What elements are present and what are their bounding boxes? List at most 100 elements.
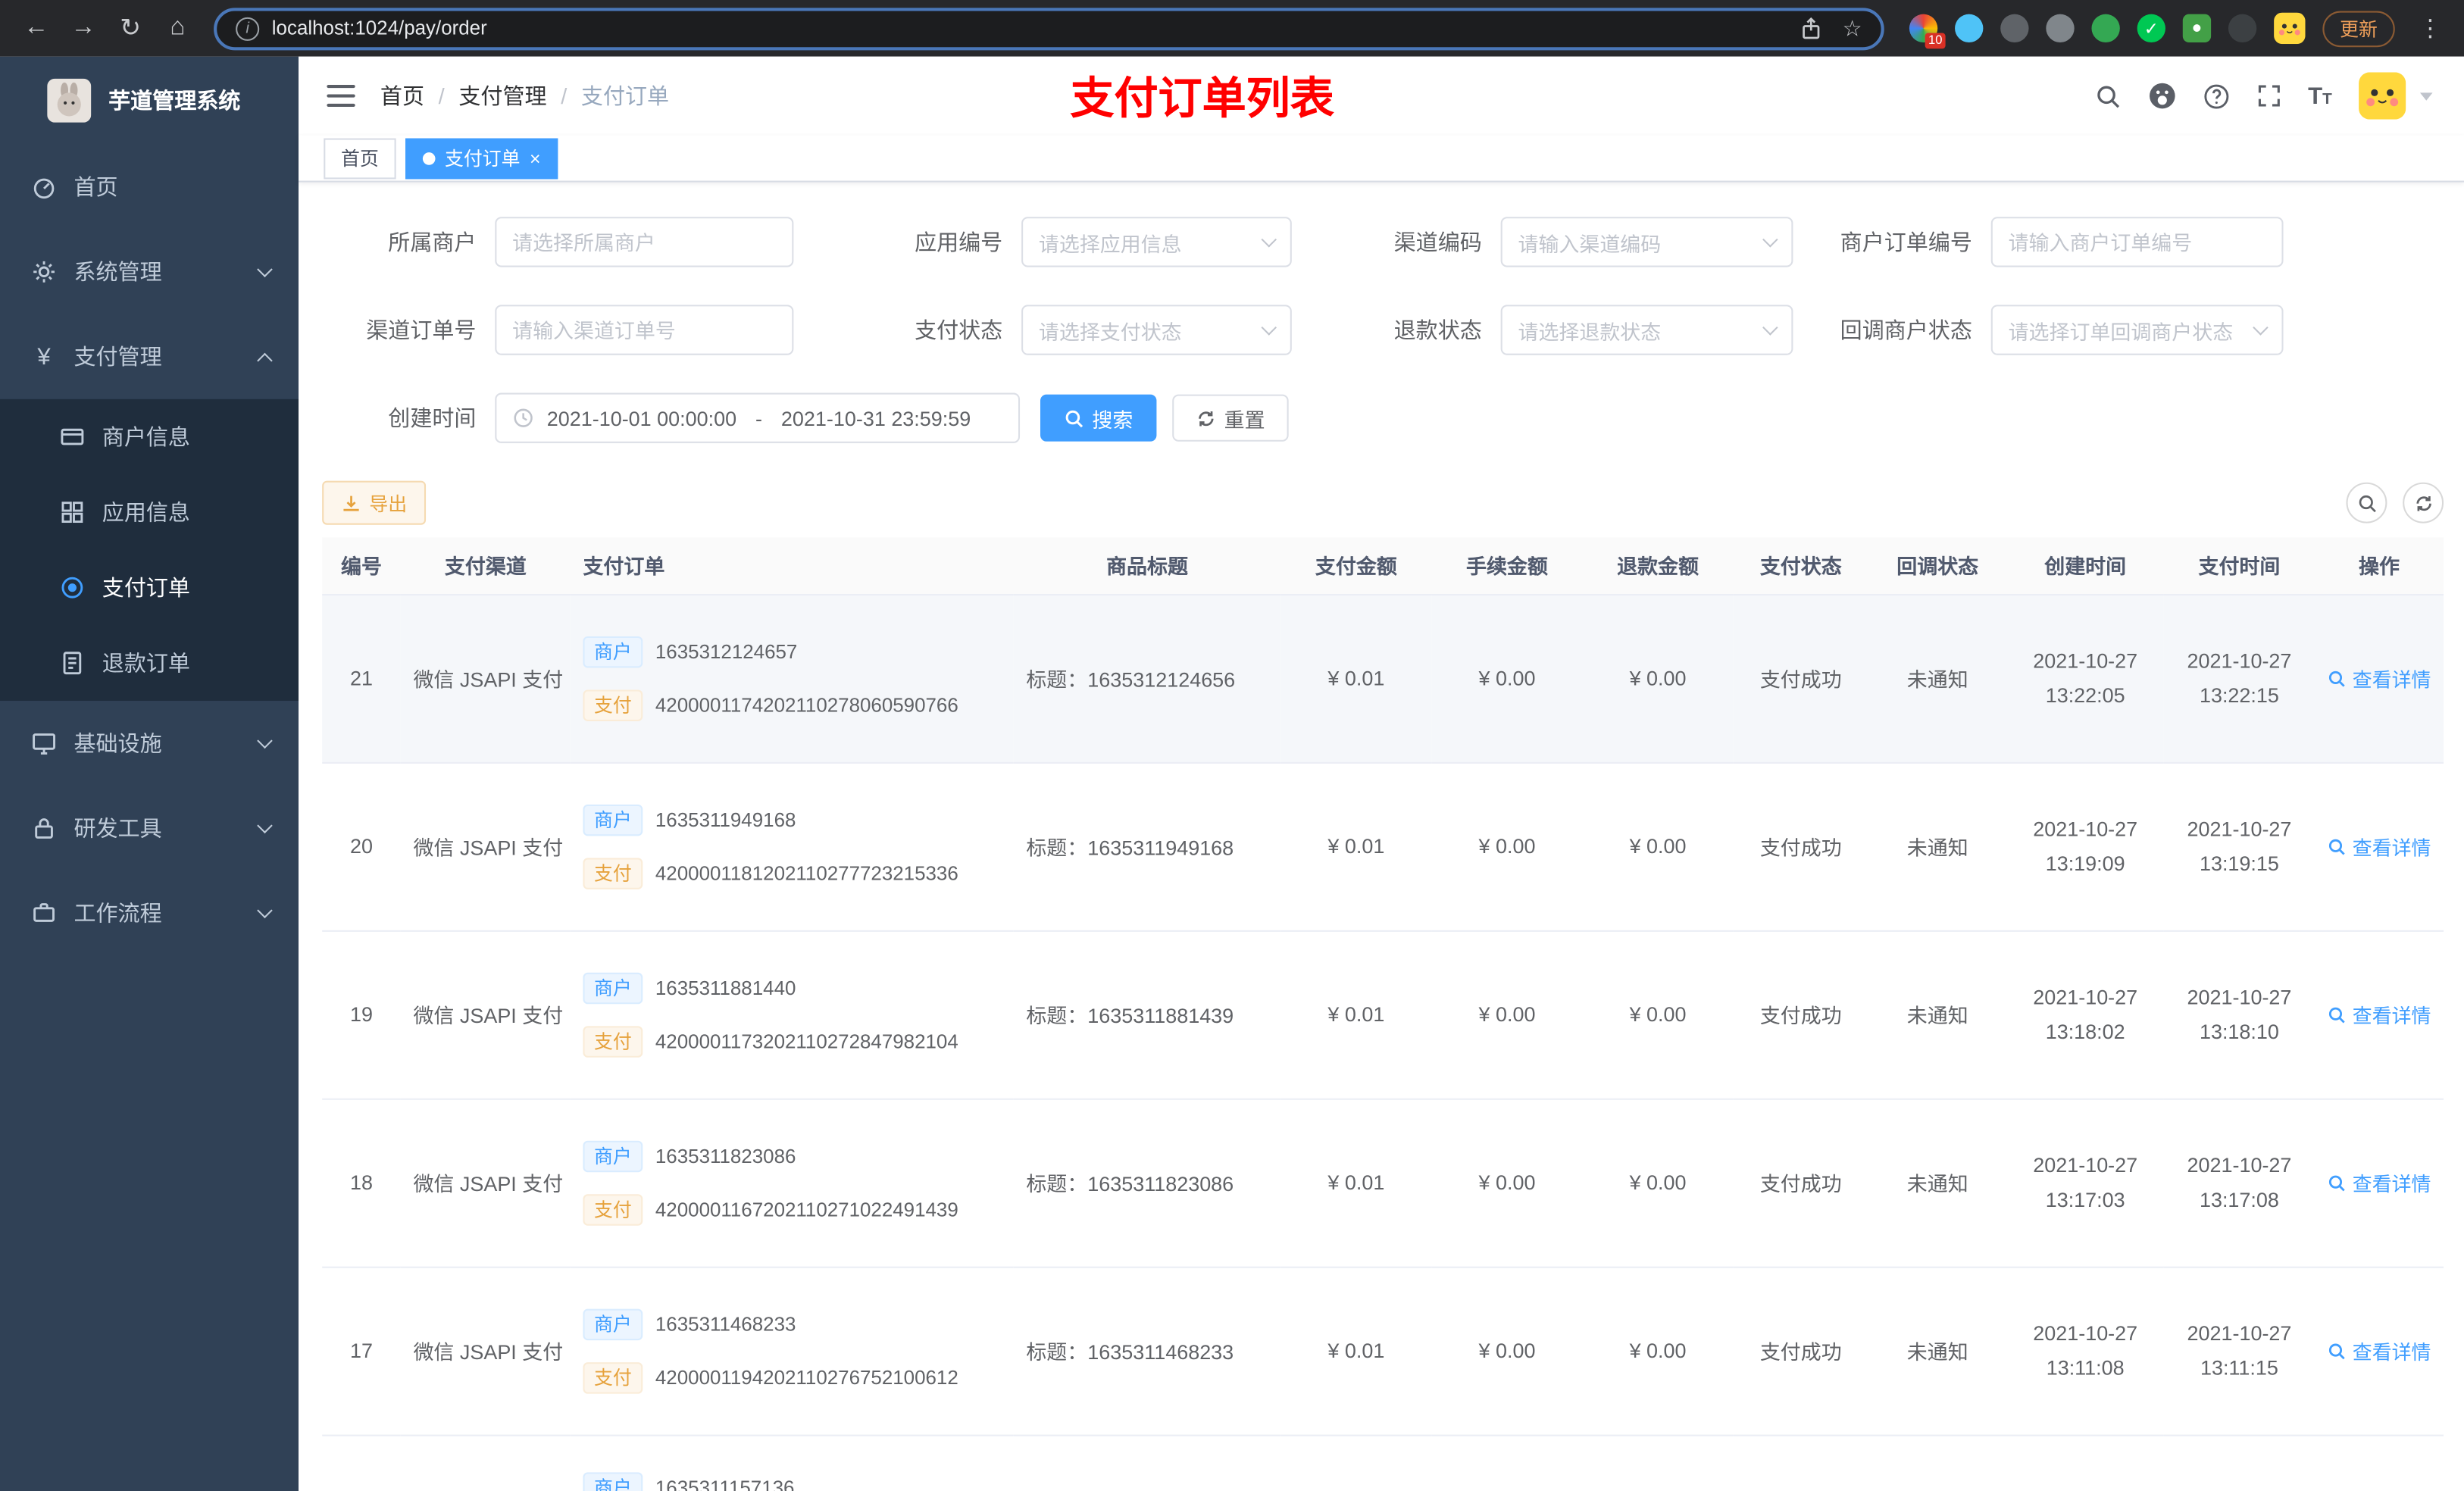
cell-channel: 微信 JSAPI 支付 xyxy=(400,761,571,931)
view-detail-link[interactable]: 查看详情 xyxy=(2328,1167,2431,1197)
merchant-order-no-input[interactable] xyxy=(1990,217,2284,267)
sidebar-item-app-info[interactable]: 应用信息 xyxy=(0,474,299,550)
view-detail-link[interactable]: 查看详情 xyxy=(2328,831,2431,861)
export-button[interactable]: 导出 xyxy=(322,480,427,525)
extension-icon[interactable]: ✓ xyxy=(2137,14,2165,42)
search-icon[interactable] xyxy=(2094,83,2121,109)
sidebar-item-label: 退款订单 xyxy=(102,650,190,676)
merchant-tag: 商户 xyxy=(583,971,643,1004)
view-detail-link[interactable]: 查看详情 xyxy=(2328,1336,2431,1365)
sidebar-item-label: 应用信息 xyxy=(102,499,190,525)
sidebar-item-pay-order[interactable]: 支付订单 xyxy=(0,550,299,626)
sidebar-item-payment[interactable]: ¥ 支付管理 xyxy=(0,314,299,399)
cell-refund-amount: ¥ 0.00 xyxy=(1582,1266,1734,1436)
sidebar-item-label: 系统管理 xyxy=(73,259,162,285)
sidebar-item-workflow[interactable]: 工作流程 xyxy=(0,871,299,955)
cell-title: 标题：1635311468233 xyxy=(1013,1266,1281,1436)
site-info-icon[interactable]: i xyxy=(236,16,260,40)
col-id: 编号 xyxy=(322,537,401,595)
sidebar-item-home[interactable]: 首页 xyxy=(0,145,299,230)
channel-code-select[interactable]: 请输入渠道编码 xyxy=(1500,217,1793,267)
sidebar-item-refund-order[interactable]: 退款订单 xyxy=(0,625,299,701)
extension-icon[interactable]: ● xyxy=(2182,14,2212,42)
cell-pay-time: 2021-10-27 13:22:15 xyxy=(2163,593,2315,763)
tab-label: 首页 xyxy=(341,147,379,170)
cell-order: 商户 1635311468233 支付 4200001194202110276752… xyxy=(570,1266,1014,1436)
home-icon[interactable]: ⌂ xyxy=(157,8,198,48)
font-size-icon[interactable]: TT xyxy=(2308,83,2332,109)
cell-channel: 微信 JSAPI 支付 xyxy=(400,1098,571,1268)
filter-label: 渠道编码 xyxy=(1393,229,1482,255)
channel-order-no-input[interactable] xyxy=(495,305,794,355)
sidebar-item-label: 首页 xyxy=(73,174,118,200)
caret-down-icon[interactable] xyxy=(2419,92,2433,100)
table-row: 18 微信 JSAPI 支付 商户 1635311823086 支付 4200001… xyxy=(322,1098,2444,1268)
bookmark-star-icon[interactable]: ☆ xyxy=(1843,15,1862,42)
cell-pay-time: 2021-10-27 13:19:15 xyxy=(2163,761,2315,931)
browser-update-button[interactable]: 更新 xyxy=(2322,10,2395,47)
pay-tag: 支付 xyxy=(583,689,643,720)
pay-tag: 支付 xyxy=(583,1361,643,1393)
extension-icon[interactable]: 10 xyxy=(1909,14,1946,49)
sidebar-item-infrastructure[interactable]: 基础设施 xyxy=(0,701,299,786)
github-icon[interactable] xyxy=(2148,82,2176,110)
view-detail-link[interactable]: 查看详情 xyxy=(2328,999,2431,1029)
app-select[interactable]: 请选择应用信息 xyxy=(1021,217,1292,267)
hamburger-icon[interactable] xyxy=(327,84,355,108)
merchant-input[interactable] xyxy=(495,217,794,267)
col-pay-status: 支付状态 xyxy=(1733,537,1868,595)
fullscreen-icon[interactable] xyxy=(2256,83,2281,108)
reload-icon[interactable]: ↻ xyxy=(110,8,151,48)
reset-button[interactable]: 重置 xyxy=(1172,394,1289,442)
extension-icon[interactable] xyxy=(2000,14,2029,42)
page-content: 所属商户 应用编号 请选择应用信息 渠道编码 请输入渠道编码 xyxy=(299,183,2464,1491)
tab-home[interactable]: 首页 xyxy=(324,137,396,179)
breadcrumb-home[interactable]: 首页 xyxy=(380,80,424,111)
view-detail-link[interactable]: 查看详情 xyxy=(2328,663,2431,692)
tab-pay-order[interactable]: 支付订单 × xyxy=(405,137,558,179)
refund-status-select[interactable]: 请选择退款状态 xyxy=(1500,305,1793,355)
select-placeholder: 请选择退款状态 xyxy=(1518,320,1662,344)
share-icon[interactable] xyxy=(1800,16,1824,40)
search-button[interactable]: 搜索 xyxy=(1040,394,1157,442)
clock-icon xyxy=(514,408,533,427)
help-icon[interactable] xyxy=(2203,83,2229,109)
extension-icon[interactable] xyxy=(2228,14,2257,42)
col-channel: 支付渠道 xyxy=(400,537,571,595)
cell-create-time: 2021-10-27 13:11:08 xyxy=(2006,1266,2164,1436)
create-time-range-picker[interactable]: 2021-10-01 00:00:00 - 2021-10-31 23:59:5… xyxy=(495,392,1021,443)
extension-icon[interactable] xyxy=(1955,14,1984,42)
back-icon[interactable]: ← xyxy=(16,8,57,48)
notify-status-select[interactable]: 请选择订单回调商户状态 xyxy=(1990,305,2284,355)
sidebar-item-system[interactable]: 系统管理 xyxy=(0,230,299,314)
sidebar-item-dev-tools[interactable]: 研发工具 xyxy=(0,786,299,871)
screen: ← → ↻ ⌂ i localhost:1024/pay/order ☆ 10 … xyxy=(0,0,2464,1491)
extension-icon[interactable] xyxy=(2046,14,2075,42)
user-avatar[interactable] xyxy=(2359,72,2406,120)
merchant-tag: 商户 xyxy=(583,635,643,667)
browser-menu-icon[interactable]: ⋮ xyxy=(2412,14,2449,42)
close-icon[interactable]: × xyxy=(530,147,541,169)
profile-avatar[interactable] xyxy=(2274,12,2306,45)
url-bar[interactable]: i localhost:1024/pay/order ☆ xyxy=(214,7,1884,50)
table-row: 20 微信 JSAPI 支付 商户 1635311949168 支付 4200001… xyxy=(322,761,2444,931)
chevron-down-icon xyxy=(1762,319,1778,335)
grid-icon xyxy=(61,502,83,524)
breadcrumb-payment[interactable]: 支付管理 xyxy=(458,80,546,111)
extension-icon[interactable] xyxy=(2091,14,2120,42)
cell-actions: 查看详情 xyxy=(2315,1098,2444,1268)
cell-fee-amount: ¥ 0.00 xyxy=(1431,930,1583,1099)
cell-id: 20 xyxy=(322,761,401,931)
toggle-search-button[interactable] xyxy=(2346,482,2387,524)
sidebar-item-merchant-info[interactable]: 商户信息 xyxy=(0,399,299,475)
briefcase-icon xyxy=(33,903,55,922)
cell-create-time: 2021-10-27 13:18:02 xyxy=(2006,930,2164,1099)
cell-pay-status: 支付成功 xyxy=(1733,593,1868,763)
lock-icon xyxy=(35,818,53,839)
forward-icon[interactable]: → xyxy=(63,8,104,48)
refresh-table-button[interactable] xyxy=(2403,482,2444,524)
orders-table: 编号 支付渠道 支付订单 商品标题 支付金额 手续金额 退款金额 支付状态 回调… xyxy=(322,537,2444,1491)
payment-submenu: 商户信息 应用信息 支付订单 退款订单 xyxy=(0,399,299,702)
pay-status-select[interactable]: 请选择支付状态 xyxy=(1021,305,1292,355)
cell-channel: 微信 JSAPI 支付 xyxy=(400,930,571,1099)
